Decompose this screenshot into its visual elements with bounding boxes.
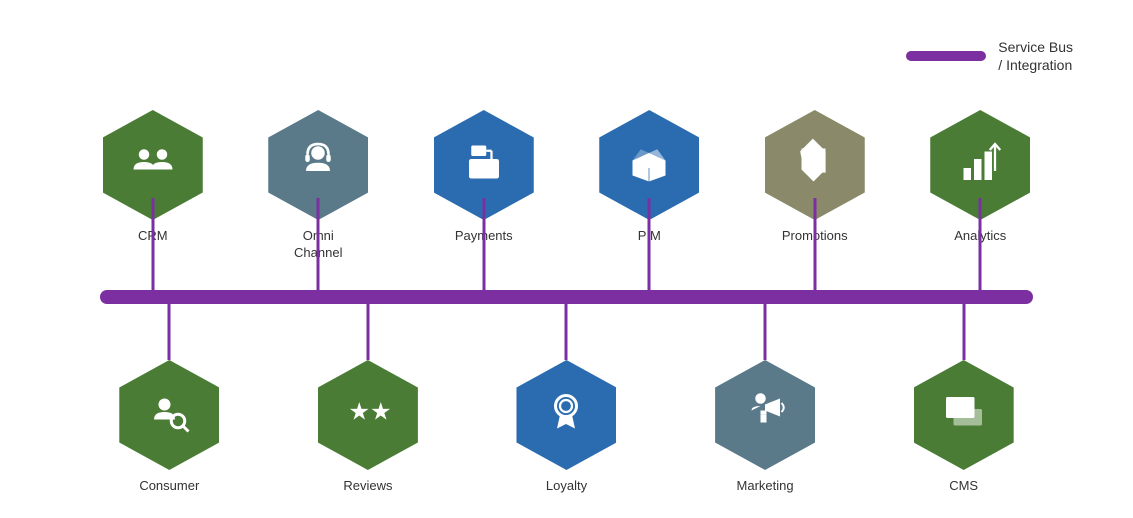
- pim-icon: [625, 138, 673, 192]
- hexagon-cms: [914, 360, 1014, 470]
- diagram: CRM OmniChannel: [40, 90, 1093, 498]
- connector-crm: [151, 198, 154, 298]
- hex-item-reviews: ★★☆ Reviews: [318, 360, 418, 495]
- top-row: CRM OmniChannel: [40, 110, 1093, 262]
- promotions-icon: [791, 138, 839, 192]
- legend: Service Bus/ Integration: [906, 38, 1073, 74]
- bottom-row: Consumer ★★☆ Reviews: [40, 360, 1093, 495]
- hex-item-loyalty: Loyalty: [516, 360, 616, 495]
- connector-promotions: [813, 198, 816, 298]
- hexagon-marketing: [715, 360, 815, 470]
- legend-label: Service Bus/ Integration: [998, 38, 1073, 74]
- connector-omnichannel: [317, 198, 320, 298]
- connector-reviews: [366, 300, 369, 360]
- cms-label: CMS: [949, 478, 978, 495]
- connector-cms: [962, 300, 965, 360]
- hex-item-consumer: Consumer: [119, 360, 219, 495]
- hex-item-payments: Payments: [434, 110, 534, 262]
- hexagon-consumer: [119, 360, 219, 470]
- analytics-icon: [956, 138, 1004, 192]
- connector-pim: [648, 198, 651, 298]
- connector-analytics: [979, 198, 982, 298]
- connector-payments: [482, 198, 485, 298]
- cms-icon: [940, 388, 988, 442]
- connector-consumer: [168, 300, 171, 360]
- loyalty-label: Loyalty: [546, 478, 587, 495]
- payments-icon: [460, 138, 508, 192]
- legend-line: [906, 51, 986, 61]
- hexagon-loyalty: [516, 360, 616, 470]
- svg-text:★★☆: ★★☆: [348, 399, 392, 426]
- hex-item-marketing: Marketing: [715, 360, 815, 495]
- reviews-label: Reviews: [343, 478, 392, 495]
- crm-icon: [129, 138, 177, 192]
- hex-item-omnichannel: OmniChannel: [268, 110, 368, 262]
- reviews-icon: ★★☆: [344, 388, 392, 442]
- hex-item-promotions: Promotions: [765, 110, 865, 262]
- hexagon-reviews: ★★☆: [318, 360, 418, 470]
- consumer-icon: [145, 388, 193, 442]
- consumer-label: Consumer: [139, 478, 199, 495]
- hex-item-crm: CRM: [103, 110, 203, 262]
- connector-loyalty: [565, 300, 568, 360]
- marketing-icon: [741, 388, 789, 442]
- hex-item-cms: CMS: [914, 360, 1014, 495]
- marketing-label: Marketing: [737, 478, 794, 495]
- connector-marketing: [764, 300, 767, 360]
- omnichannel-icon: [294, 138, 342, 192]
- hex-item-pim: PIM: [599, 110, 699, 262]
- loyalty-icon: [542, 388, 590, 442]
- hex-item-analytics: Analytics: [930, 110, 1030, 262]
